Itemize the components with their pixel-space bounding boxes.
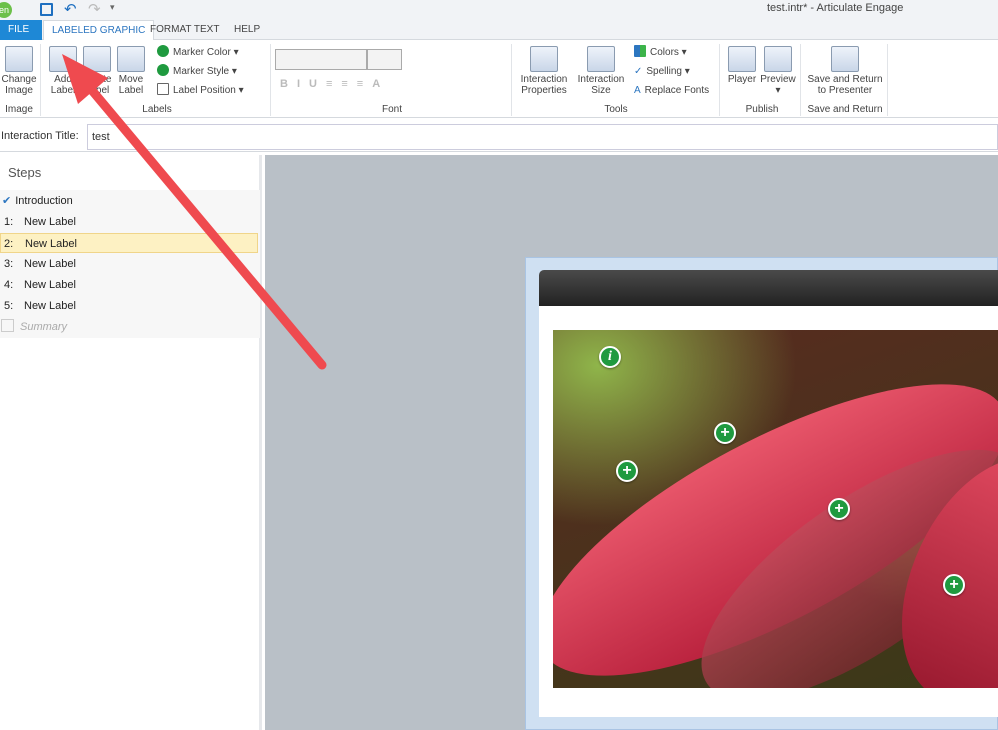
annotation-arrow	[62, 54, 327, 370]
